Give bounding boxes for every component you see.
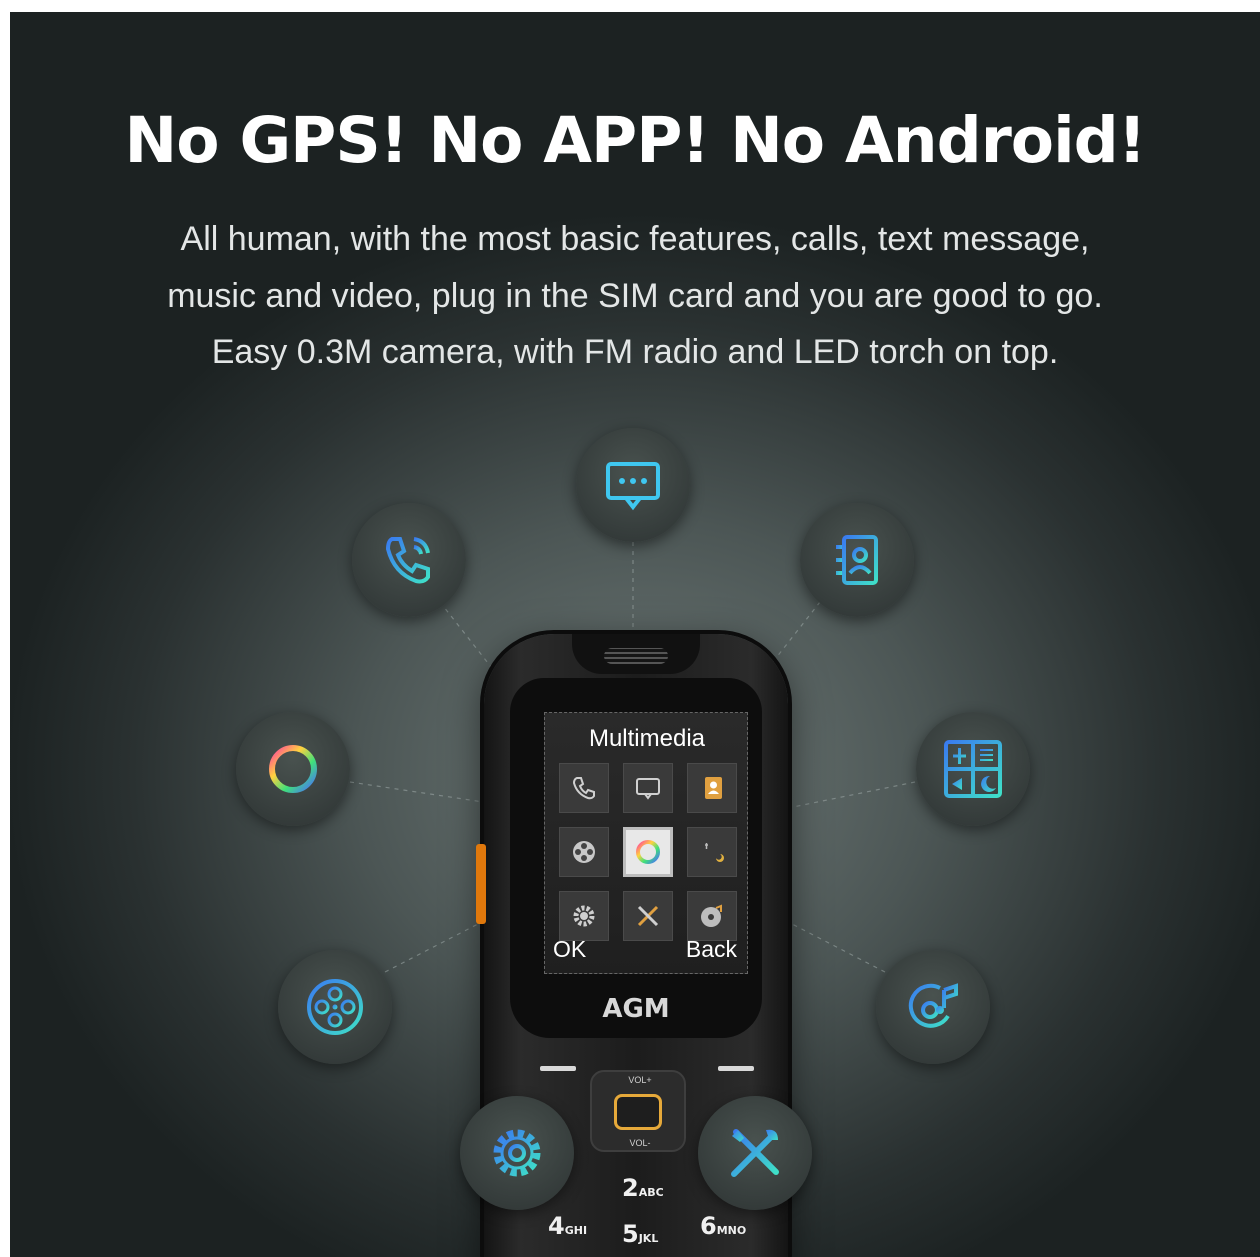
menu-profiles-icon bbox=[687, 827, 737, 877]
vol-up-label: VOL+ bbox=[628, 1075, 652, 1085]
settings-bubble bbox=[460, 1096, 574, 1210]
contacts-bubble bbox=[800, 503, 914, 617]
menu-contacts-icon bbox=[687, 763, 737, 813]
message-icon bbox=[606, 462, 660, 511]
film-reel-bubble bbox=[278, 950, 392, 1064]
product-banner: No GPS! No APP! No Android! All human, w… bbox=[10, 12, 1260, 1257]
softkey-ok-label: OK bbox=[553, 936, 587, 962]
phone-call-bubble bbox=[352, 503, 466, 617]
menu-message-icon bbox=[623, 763, 673, 813]
film-reel-icon bbox=[307, 979, 363, 1035]
left-softkey-dash bbox=[540, 1066, 576, 1071]
menu-grid bbox=[559, 763, 739, 943]
side-button bbox=[476, 844, 486, 924]
screen-bezel: Multimedia OK Back AGM bbox=[510, 678, 762, 1038]
contacts-icon bbox=[836, 535, 878, 585]
menu-multimedia-selected-icon bbox=[623, 827, 673, 877]
phone-call-icon bbox=[385, 537, 430, 584]
key-5-letters: JKL bbox=[638, 1232, 659, 1245]
phone-screen: Multimedia OK Back bbox=[544, 712, 748, 974]
key-5-digit: 5 bbox=[622, 1220, 639, 1248]
brand-logo: AGM bbox=[602, 994, 670, 1024]
key-6-letters: MNO bbox=[716, 1224, 747, 1237]
key-2-letters: ABC bbox=[638, 1186, 664, 1199]
music-bubble bbox=[876, 950, 990, 1064]
profiles-icon bbox=[944, 740, 1002, 798]
key-4-digit: 4 bbox=[548, 1212, 565, 1240]
message-bubble bbox=[576, 428, 690, 542]
menu-film-icon bbox=[559, 827, 609, 877]
key-4: 4GHI bbox=[548, 1212, 587, 1240]
key-2-digit: 2 bbox=[622, 1174, 639, 1202]
tools-bubble bbox=[698, 1096, 812, 1210]
music-disc-icon bbox=[908, 983, 958, 1028]
earpiece-speaker bbox=[604, 648, 668, 664]
key-6: 6MNO bbox=[700, 1212, 746, 1240]
screen-title: Multimedia bbox=[588, 725, 706, 752]
right-softkey-dash bbox=[718, 1066, 754, 1071]
key-4-letters: GHI bbox=[564, 1224, 588, 1237]
tools-icon bbox=[731, 1129, 779, 1177]
vol-down-label: VOL- bbox=[629, 1138, 651, 1148]
nav-key: VOL+ VOL- bbox=[590, 1070, 686, 1152]
key-6-digit: 6 bbox=[700, 1212, 717, 1240]
menu-tools-icon bbox=[623, 891, 673, 941]
menu-phone-icon bbox=[559, 763, 609, 813]
menu-music-icon bbox=[687, 891, 737, 941]
multimedia-bubble bbox=[236, 712, 350, 826]
menu-settings-icon bbox=[559, 891, 609, 941]
profiles-bubble bbox=[916, 712, 1030, 826]
multimedia-ring-icon bbox=[269, 745, 317, 793]
softkey-back-label: Back bbox=[685, 936, 737, 962]
key-5: 5JKL bbox=[622, 1220, 658, 1248]
key-2: 2ABC bbox=[622, 1174, 664, 1202]
nav-center-key bbox=[614, 1094, 662, 1130]
settings-gear-icon bbox=[493, 1129, 541, 1177]
